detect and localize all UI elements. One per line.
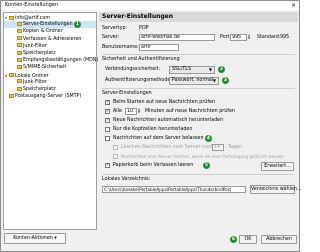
tree-item[interactable]: Junk-Filter — [4, 43, 96, 50]
tree-item-label: Postausgang-Server (SMTP) — [15, 94, 82, 100]
divider — [102, 54, 295, 55]
port-spinner-icon[interactable]: ▲ ▼ — [247, 34, 251, 41]
tree-item[interactable]: Empfangsbestätigungen (MDN) — [4, 57, 99, 64]
account-settings-window: Konten-Einstellungen ✕ ▾ info@artif.com Se… — [0, 0, 302, 252]
account-icon — [9, 93, 14, 98]
account-tree[interactable]: ▾ info@artif.com Server-Einstellungen 1 Kopi… — [3, 12, 99, 230]
username-label: Benutzername: — [102, 45, 139, 50]
badge-6: 6 — [230, 236, 237, 243]
empty-trash-checkbox[interactable] — [105, 163, 110, 168]
server-input[interactable]: artif-webmail.de — [139, 34, 215, 41]
settings-page-icon — [17, 57, 22, 62]
connection-security-label: Verbindungssicherheit: — [105, 67, 161, 72]
tree-item[interactable]: Kopien & Ordner — [4, 28, 96, 35]
auto-download-checkbox[interactable] — [105, 118, 110, 123]
tree-item-label: Server-Einstellungen — [23, 22, 73, 28]
badge-1: 1 — [74, 21, 81, 29]
ok-button[interactable]: OK — [239, 235, 257, 244]
delete-after-checkbox[interactable] — [113, 145, 118, 150]
server-settings-section-title: Server-Einstellungen — [102, 91, 152, 96]
close-icon[interactable]: ✕ — [290, 2, 297, 9]
check-every-minutes-input[interactable]: 10 — [125, 108, 137, 115]
advanced-button[interactable]: Erweitert... — [261, 162, 294, 171]
browse-directory-button[interactable]: Verzeichnis wählen... — [250, 185, 302, 194]
tree-item-label: Verfassen & Adressieren — [23, 36, 82, 42]
settings-page-icon — [17, 64, 22, 69]
tree-item-label: Junk-Filter — [23, 79, 47, 85]
badge-2: 2 — [218, 66, 225, 73]
tree-item[interactable]: Postausgang-Server (SMTP) — [4, 93, 96, 100]
account-icon — [9, 73, 14, 78]
server-settings-panel: Server-Einstellungen Servertyp: POP Serv… — [99, 12, 302, 230]
connection-security-select[interactable]: SSL/TLS ▼ — [169, 66, 215, 74]
divider — [102, 88, 295, 89]
headers-only-label: Nur die Kopfzeilen herunterladen — [113, 127, 193, 132]
tree-item[interactable]: S/MIME-Sicherheit — [4, 64, 96, 71]
auth-method-select[interactable]: Passwort, normal ▼ — [169, 77, 219, 85]
tree-item-label: Junk-Filter — [23, 43, 47, 49]
tree-item-label: Speicherplatz — [23, 51, 56, 56]
port-input[interactable]: 995 — [230, 34, 247, 41]
server-label: Server: — [102, 35, 120, 40]
cancel-button[interactable]: Abbrechen — [261, 235, 297, 244]
auth-method-label: Authentifizierungsmethode: — [105, 78, 172, 83]
settings-page-icon — [17, 79, 22, 84]
standard-value: 995 — [280, 35, 290, 40]
local-directory-label: Lokales Verzeichnis: — [102, 177, 151, 182]
settings-page-icon — [17, 86, 22, 91]
badge-4: 4 — [205, 135, 212, 142]
divider — [102, 174, 295, 175]
title-bar: Konten-Einstellungen ✕ — [1, 1, 299, 10]
local-directory-input[interactable]: C:\Users\hoeske\PortableApps\PortableApp… — [102, 186, 246, 193]
settings-page-icon — [17, 36, 22, 41]
check-startup-checkbox[interactable] — [105, 100, 110, 105]
delete-after-suffix: Tagen — [228, 145, 243, 150]
settings-page-icon — [17, 21, 22, 26]
chevron-down-icon: ▼ — [212, 78, 216, 83]
page-title: Server-Einstellungen — [99, 12, 298, 22]
empty-trash-label: Papierkorb beim Verlassen leeren — [113, 163, 194, 168]
headers-only-checkbox[interactable] — [105, 127, 110, 132]
account-icon — [9, 15, 14, 20]
settings-page-icon — [17, 50, 22, 55]
window-title: Konten-Einstellungen — [5, 2, 59, 8]
tree-item-label: S/MIME-Sicherheit — [23, 65, 67, 71]
standard-label: Standard: — [257, 35, 281, 40]
account-actions-button[interactable]: Konten-Aktionen ▾ — [4, 233, 66, 244]
delete-when-deleted-label: Nachrichten vom Server löschen, wenn sie… — [121, 154, 284, 159]
delete-after-prefix: Löschen Nachrichten vom Server nach — [121, 145, 214, 150]
tree-item[interactable]: Junk-Filter — [4, 79, 96, 86]
settings-page-icon — [17, 28, 22, 33]
badge-5: 5 — [203, 162, 210, 169]
badge-3: 3 — [222, 77, 229, 84]
check-every-suffix: Minuten auf neue Nachrichten prüfen — [145, 109, 235, 114]
tree-item-label: Speicherplatz — [23, 87, 56, 92]
check-every-checkbox[interactable] — [105, 109, 110, 114]
tree-item[interactable]: Verfassen & Adressieren — [4, 36, 96, 43]
chevron-down-icon: ▼ — [208, 67, 212, 72]
tree-item[interactable]: ▾ info@artif.com — [4, 14, 96, 21]
server-type-value: POP — [139, 26, 149, 31]
tree-item[interactable]: Server-Einstellungen 1 — [4, 21, 96, 29]
username-input[interactable]: artif — [139, 44, 179, 51]
tree-item[interactable]: ▾ Lokale Ordner — [4, 72, 96, 79]
minutes-spinner-icon[interactable]: ▲ ▼ — [137, 108, 141, 115]
delete-after-days-input[interactable]: 14 — [212, 144, 224, 151]
delete-when-deleted-checkbox[interactable] — [113, 154, 118, 159]
check-every-prefix: Alle — [113, 109, 122, 114]
tree-item[interactable]: Speicherplatz — [4, 50, 96, 57]
check-startup-label: Beim Starten auf neue Nachrichten prüfen — [113, 100, 216, 105]
server-type-label: Servertyp: — [102, 26, 128, 31]
tree-item[interactable]: Speicherplatz — [4, 86, 96, 93]
settings-page-icon — [17, 43, 22, 48]
leave-on-server-checkbox[interactable] — [105, 136, 110, 141]
auto-download-label: Neue Nachrichten automatisch herunterlad… — [113, 118, 224, 123]
leave-on-server-label: Nachrichten auf dem Server belassen — [113, 136, 204, 141]
security-section-title: Sicherheit und Authentifizierung — [102, 57, 180, 62]
tree-item-label: Empfangsbestätigungen (MDN) — [23, 58, 99, 64]
tree-item-label: Kopien & Ordner — [23, 29, 63, 35]
